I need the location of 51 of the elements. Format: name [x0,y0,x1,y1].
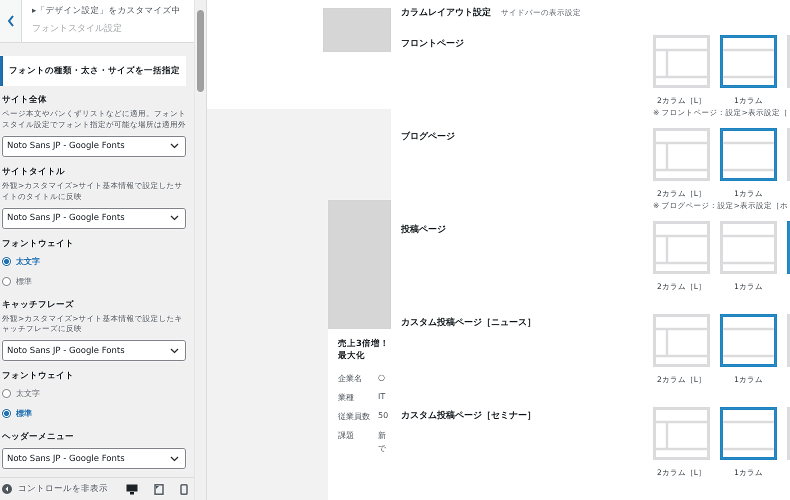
page-type-label: カスタム投稿ページ［セミナー］ [401,409,537,423]
radio-option[interactable]: 太文字 [2,252,186,270]
card-title: 売上3倍増！ [338,339,390,350]
panel-title: カラムレイアウト設定 [401,6,491,19]
back-button[interactable] [0,0,22,42]
tablet-icon[interactable] [154,484,164,494]
setting-label: サイト全体 [2,94,48,106]
field-value: IT [378,392,386,401]
setting-label: フォントウェイト [2,238,75,250]
field-value: 50 [378,410,388,420]
image-placeholder [323,8,391,52]
layout-option[interactable] [720,407,777,460]
field-value: 新 [378,430,386,441]
chevron-down-icon [170,456,179,462]
scrollbar[interactable] [194,0,206,500]
radio-option[interactable]: 標準 [2,405,186,422]
layout-option[interactable] [720,35,777,88]
field-label: 従業員数 [338,410,371,422]
layout-option[interactable] [720,314,777,367]
font-select[interactable]: Noto Sans JP - Google Fonts [2,340,186,362]
hide-controls-button[interactable]: コントロールを非表示 [2,483,108,495]
font-select[interactable]: Noto Sans JP - Google Fonts [2,208,186,228]
chevron-down-icon [170,143,179,150]
breadcrumb: ▸「デザイン設定」をカスタマイズ中 [32,5,180,17]
page-type-label: 投稿ページ [401,223,447,237]
chevron-down-icon [170,348,179,354]
setting-label: ヘッダーメニュー [2,431,75,444]
card-title: 最大化 [338,350,366,363]
desktop-icon[interactable] [126,484,138,494]
radio-option[interactable]: 太文字 [2,385,186,402]
layout-option[interactable] [720,128,777,181]
page-type-label: カスタム投稿ページ［ニュース］ [401,316,537,330]
font-select[interactable]: Noto Sans JP - Google Fonts [2,448,186,470]
chevron-down-icon [170,215,179,221]
section-heading: フォントの種類・太さ・サイズを一括指定 [0,56,186,86]
page-type-label: フロントページ [401,38,465,51]
panel-title: フォントスタイル設定 [32,22,123,35]
chevron-left-icon [6,15,14,27]
field-label: 課題 [338,430,355,442]
font-select[interactable]: Noto Sans JP - Google Fonts [2,136,186,157]
setting-label: サイトタイトル [2,166,66,178]
radio-option[interactable]: 標準 [2,272,186,290]
page-type-label: ブログページ [401,130,456,144]
field-label: 企業名 [338,372,363,384]
setting-label: キャッチフレーズ [2,298,75,310]
field-value: で [378,442,386,454]
field-label: 業種 [338,392,355,403]
setting-label: フォントウェイト [2,370,75,382]
field-value: ○ [378,372,385,382]
phone-icon[interactable] [180,484,188,494]
collapse-icon [2,484,12,494]
